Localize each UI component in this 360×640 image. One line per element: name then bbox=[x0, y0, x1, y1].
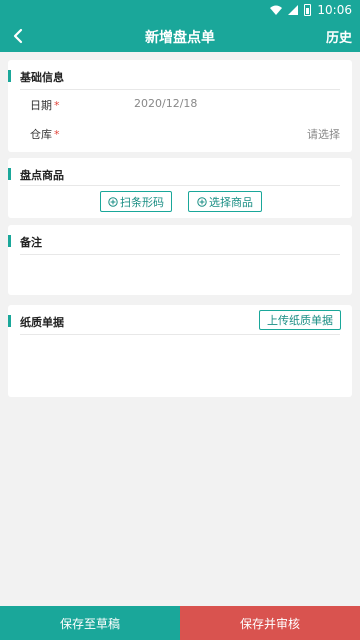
divider bbox=[20, 334, 340, 335]
remarks-input[interactable] bbox=[20, 257, 340, 291]
section-marker bbox=[8, 70, 11, 82]
wifi-icon bbox=[270, 5, 283, 15]
section-marker bbox=[8, 168, 11, 180]
remarks-title: 备注 bbox=[20, 236, 42, 249]
section-marker bbox=[8, 235, 11, 247]
date-label: 日期 * bbox=[30, 97, 60, 113]
save-draft-button[interactable]: 保存至草稿 bbox=[0, 606, 180, 640]
paper-docs-title: 纸质单据 bbox=[20, 316, 64, 329]
app-bar: 新增盘点单 历史 bbox=[0, 20, 360, 52]
date-label-text: 日期 bbox=[30, 99, 52, 112]
plus-circle-icon bbox=[197, 196, 207, 207]
paper-docs-card: 纸质单据 上传纸质单据 bbox=[8, 305, 352, 397]
upload-paper-button[interactable]: 上传纸质单据 bbox=[259, 310, 341, 330]
date-value[interactable]: 2020/12/18 bbox=[134, 97, 197, 110]
battery-icon bbox=[304, 4, 312, 16]
scan-barcode-button[interactable]: 扫条形码 bbox=[100, 191, 172, 212]
warehouse-select[interactable]: 请选择 bbox=[307, 126, 340, 142]
warehouse-label: 仓库 * bbox=[30, 126, 60, 142]
section-marker bbox=[8, 315, 11, 327]
plus-circle-icon bbox=[108, 196, 118, 207]
divider bbox=[20, 89, 340, 90]
history-button[interactable]: 历史 bbox=[326, 27, 352, 46]
basic-info-card: 基础信息 日期 * 2020/12/18 仓库 * 请选择 bbox=[8, 60, 352, 152]
products-card: 盘点商品 扫条形码 选择商品 bbox=[8, 158, 352, 218]
scan-barcode-label: 扫条形码 bbox=[120, 195, 164, 209]
select-product-label: 选择商品 bbox=[209, 195, 253, 209]
warehouse-label-text: 仓库 bbox=[30, 128, 52, 141]
remarks-card: 备注 bbox=[8, 225, 352, 295]
divider bbox=[20, 254, 340, 255]
status-bar: 10:06 bbox=[0, 0, 360, 20]
signal-icon bbox=[288, 5, 299, 15]
divider bbox=[20, 185, 340, 186]
bottom-actions: 保存至草稿 保存并审核 bbox=[0, 606, 360, 640]
status-icons: 10:06 bbox=[270, 3, 352, 17]
save-audit-button[interactable]: 保存并审核 bbox=[180, 606, 360, 640]
products-title: 盘点商品 bbox=[20, 169, 64, 182]
required-mark: * bbox=[54, 99, 60, 112]
status-time: 10:06 bbox=[317, 3, 352, 17]
basic-info-title: 基础信息 bbox=[20, 71, 64, 84]
required-mark: * bbox=[54, 128, 60, 141]
page-title: 新增盘点单 bbox=[145, 30, 215, 46]
select-product-button[interactable]: 选择商品 bbox=[188, 191, 262, 212]
